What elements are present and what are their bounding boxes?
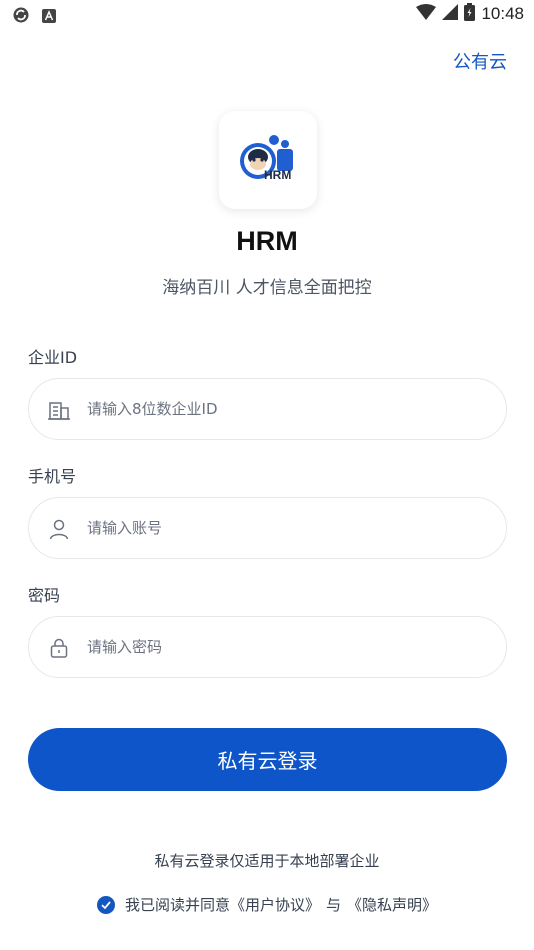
- app-slogan: 海纳百川 人才信息全面把控: [162, 278, 372, 298]
- password-label: 密码: [28, 586, 61, 605]
- battery-icon: [464, 3, 476, 25]
- sync-icon: [12, 6, 30, 28]
- password-field[interactable]: [28, 616, 507, 678]
- status-time: 10:48: [481, 4, 524, 23]
- hrm-logo-icon: HRM: [240, 135, 293, 182]
- signal-icon: [442, 4, 459, 24]
- app-logo: HRM: [219, 111, 317, 209]
- agreement-row: 我已阅读并同意 《用户协议》 与 《隐私声明》: [0, 894, 534, 915]
- building-icon: [48, 399, 70, 421]
- user-icon: [48, 518, 70, 540]
- private-cloud-note: 私有云登录仅适用于本地部署企业: [154, 852, 380, 870]
- status-right: 10:48: [416, 3, 524, 25]
- agreement-prefix: 我已阅读并同意: [124, 896, 230, 914]
- app-name: HRM: [236, 226, 298, 256]
- check-icon: [101, 900, 111, 909]
- wifi-icon: [416, 4, 437, 24]
- public-cloud-link[interactable]: 公有云: [453, 48, 507, 74]
- agree-checkbox[interactable]: [96, 895, 115, 914]
- user-agreement-link[interactable]: 《用户协议》: [230, 894, 320, 915]
- privacy-statement-link[interactable]: 《隐私声明》: [347, 894, 437, 915]
- agreement-connector: 与: [326, 896, 342, 914]
- status-left: [12, 6, 56, 28]
- company-id-label: 企业ID: [28, 348, 78, 367]
- logo-text: HRM: [264, 168, 291, 182]
- password-input[interactable]: [87, 617, 487, 677]
- company-id-input[interactable]: [87, 379, 487, 439]
- phone-label: 手机号: [28, 467, 77, 486]
- a-icon: [42, 8, 56, 27]
- status-bar: 10:48: [0, 0, 534, 28]
- company-id-field[interactable]: [28, 378, 507, 440]
- private-cloud-login-button[interactable]: 私有云登录: [28, 728, 507, 791]
- lock-icon: [48, 637, 70, 659]
- phone-field[interactable]: [28, 497, 507, 559]
- phone-input[interactable]: [87, 498, 487, 558]
